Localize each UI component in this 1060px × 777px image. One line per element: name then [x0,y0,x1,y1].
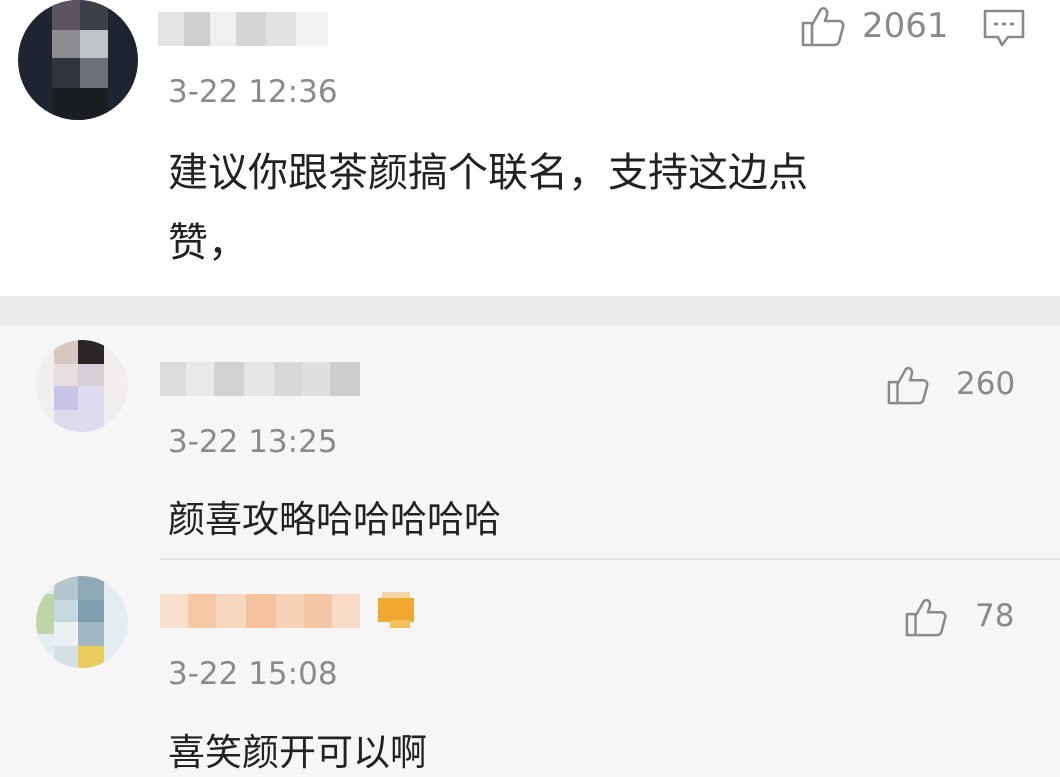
like-count: 78 [975,598,1015,634]
commenter-avatar[interactable] [18,0,138,120]
reply-timestamp: 3-22 15:08 [168,656,338,692]
reply-avatar[interactable] [36,576,128,668]
reply-author-name[interactable] [160,362,360,396]
reply-list: 3-22 13:25 颜喜攻略哈哈哈哈哈 260 3-22 15:08 喜笑颜开… [0,326,1060,777]
comment-bubble-icon[interactable] [982,8,1026,50]
like-count: 260 [956,366,1016,402]
reply-author-name[interactable] [160,594,360,628]
reply-text: 喜笑颜开可以啊 [168,731,427,774]
thumbs-up-icon[interactable] [800,4,846,48]
reply-timestamp: 3-22 13:25 [168,424,338,460]
thumbs-up-icon[interactable] [886,364,930,406]
comment-text-line-1: 建议你跟茶颜搞个联名，支持这边点 [168,150,808,196]
user-badge-icon [376,590,416,630]
comment-timestamp: 3-22 12:36 [168,74,338,110]
section-divider [0,296,1060,326]
main-comment: 3-22 12:36 建议你跟茶颜搞个联名，支持这边点 赞， 2061 [0,0,1060,296]
commenter-name[interactable] [158,12,328,46]
reply-divider [160,558,1060,560]
like-count: 2061 [862,6,949,46]
thumbs-up-icon[interactable] [904,596,948,638]
comment-text-line-2: 赞， [168,220,248,266]
reply-avatar[interactable] [36,340,128,432]
reply-text: 颜喜攻略哈哈哈哈哈 [168,498,501,541]
